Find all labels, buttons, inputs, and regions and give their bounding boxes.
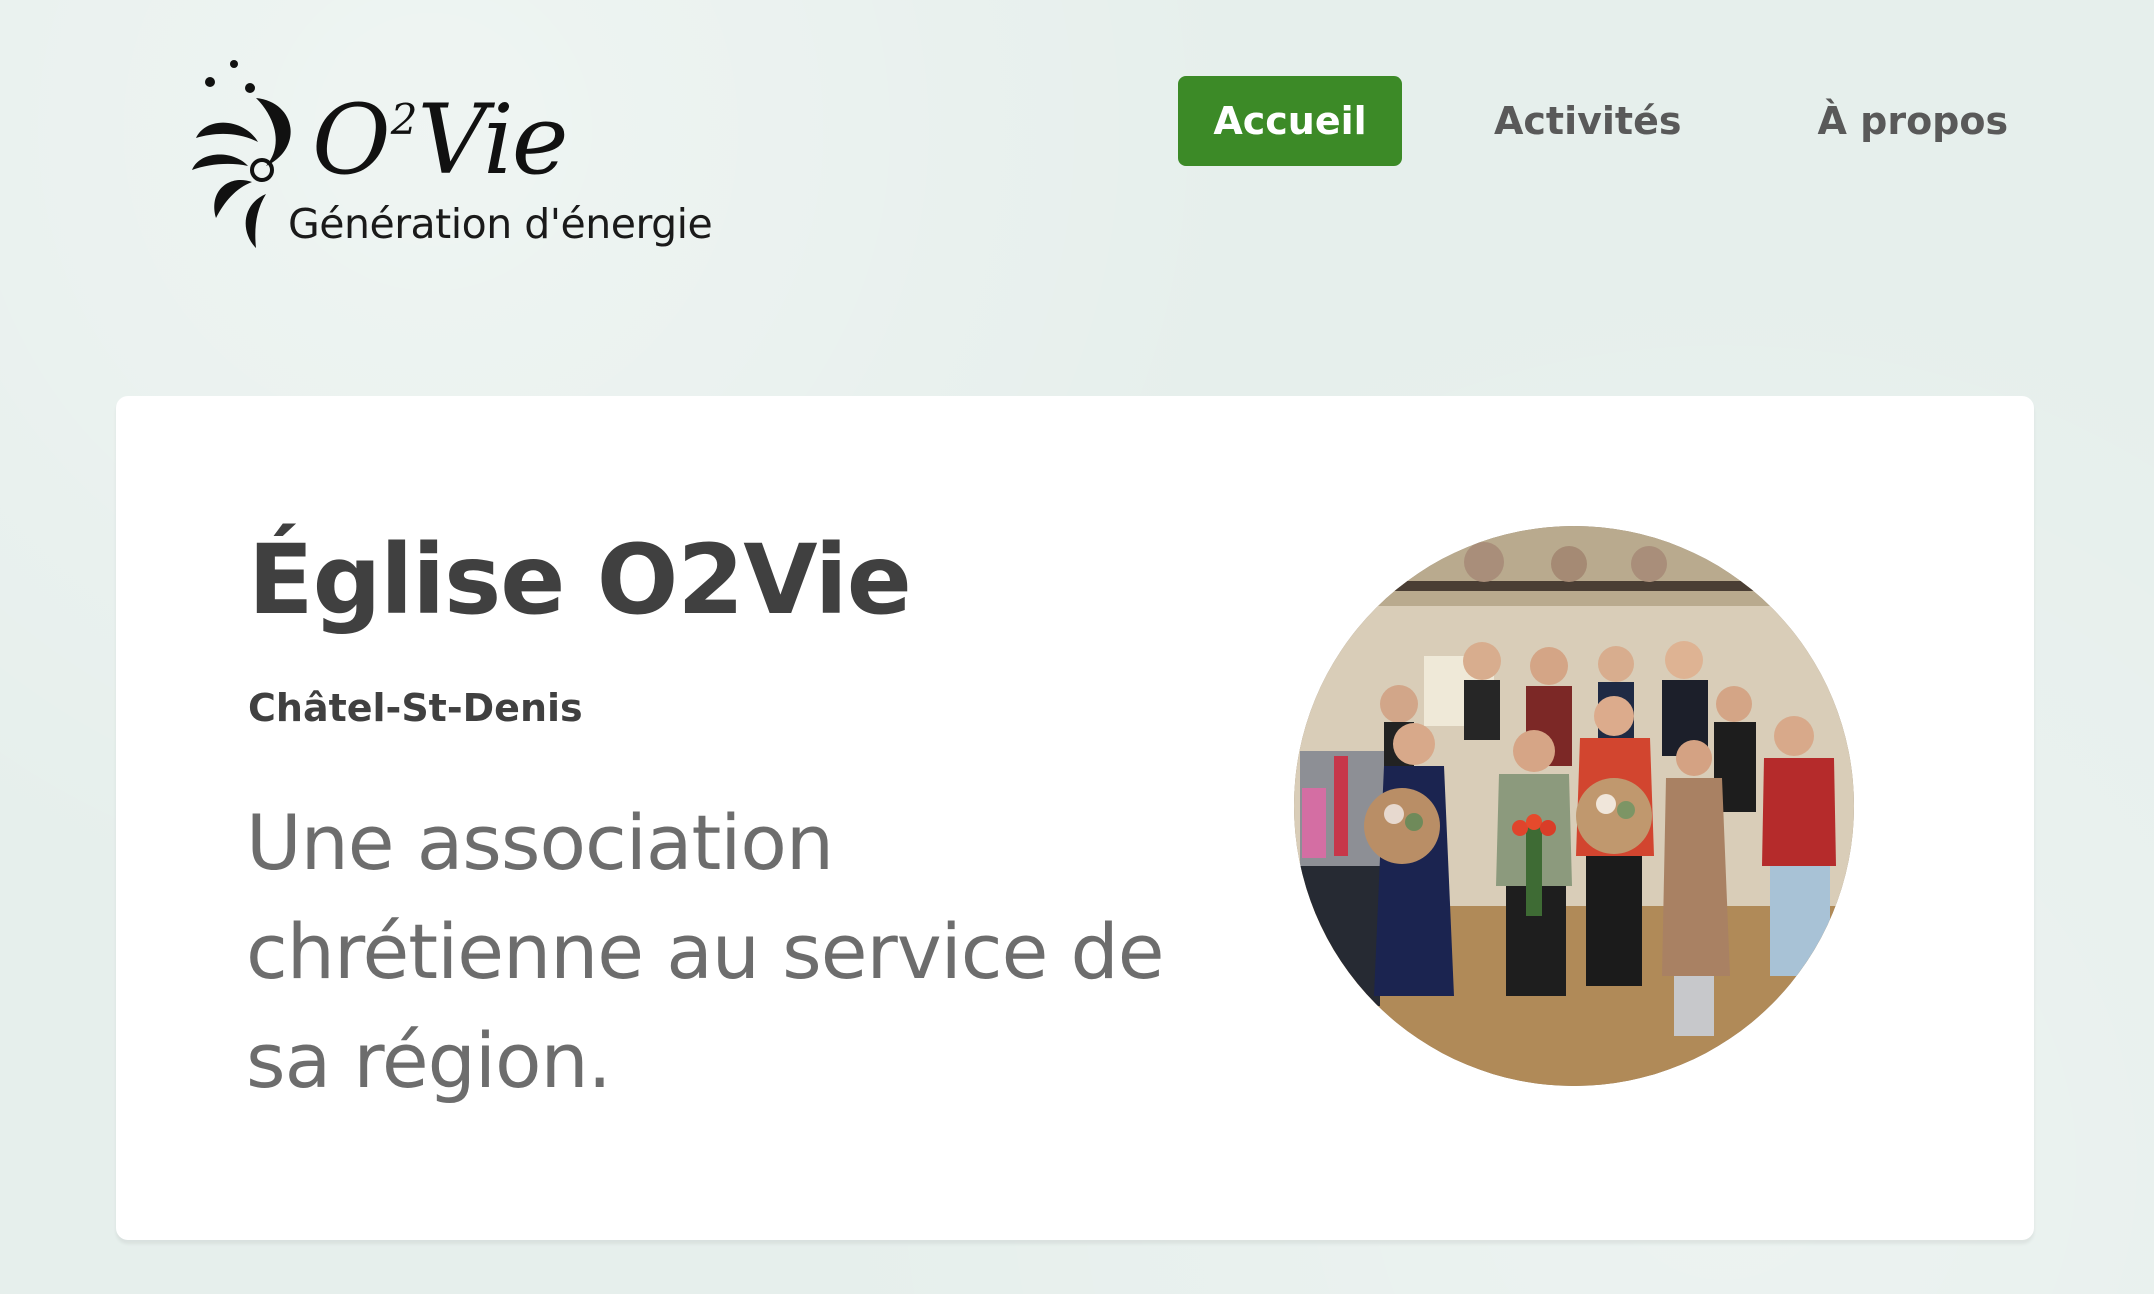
nav-item-activites[interactable]: Activités bbox=[1470, 76, 1705, 166]
logo-tagline: Génération d'énergie bbox=[288, 200, 713, 248]
group-photo bbox=[1294, 526, 1854, 1086]
nav-item-accueil[interactable]: Accueil bbox=[1178, 76, 1402, 166]
hero-card: Église O2Vie Châtel-St-Denis Une associa… bbox=[116, 396, 2034, 1240]
nav-item-a-propos[interactable]: À propos bbox=[1793, 76, 2032, 166]
hero-description: Une association chrétienne au service de… bbox=[246, 798, 1165, 1105]
logo-wordmark: O2Vie bbox=[312, 84, 569, 196]
hero-location: Châtel-St-Denis bbox=[248, 686, 583, 730]
site-logo[interactable]: O2Vie Génération d'énergie bbox=[186, 58, 713, 258]
page-title: Église O2Vie bbox=[248, 524, 912, 636]
main-nav: Accueil Activités À propos bbox=[1178, 76, 2032, 166]
